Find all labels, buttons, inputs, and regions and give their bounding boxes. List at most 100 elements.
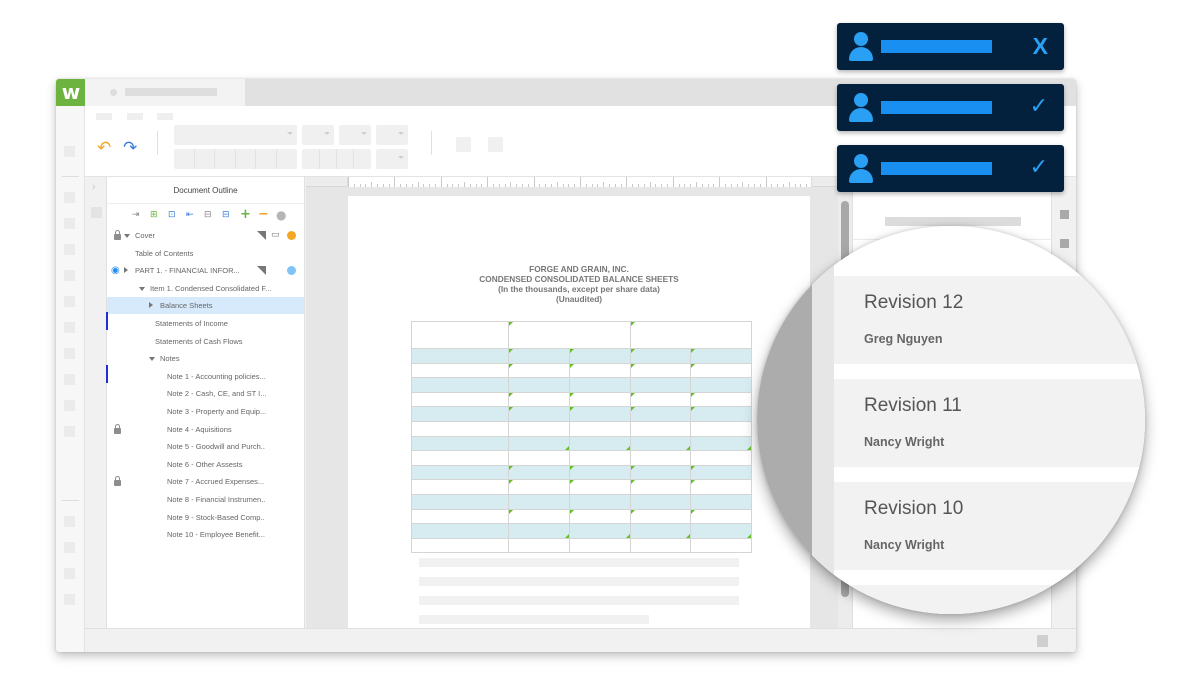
- table-cell[interactable]: [690, 406, 752, 422]
- table-cell[interactable]: [629, 537, 692, 554]
- table-cell[interactable]: [568, 435, 631, 452]
- outline-item[interactable]: Note 5 - Goodwill and Purch..: [107, 438, 304, 455]
- table-cell[interactable]: [568, 377, 631, 393]
- workiva-logo[interactable]: w: [56, 79, 85, 106]
- font-family-select[interactable]: [174, 125, 297, 145]
- outline-item[interactable]: Note 8 - Financial Instrumen..: [107, 491, 304, 508]
- outline-item[interactable]: Note 7 - Accrued Expenses...: [107, 473, 304, 490]
- rail-button[interactable]: [64, 322, 75, 333]
- eye-icon[interactable]: ◉: [111, 262, 120, 279]
- table-cell[interactable]: [629, 479, 692, 495]
- table-cell[interactable]: [411, 479, 509, 495]
- table-cell[interactable]: [690, 537, 752, 554]
- approval-notification[interactable]: ✓: [837, 84, 1064, 131]
- table-cell[interactable]: [508, 391, 570, 408]
- table-cell[interactable]: [411, 523, 509, 539]
- table-cell[interactable]: [568, 348, 631, 364]
- table-cell[interactable]: [629, 321, 752, 349]
- move-up-icon[interactable]: ⊟: [204, 209, 212, 221]
- table-cell[interactable]: [629, 391, 692, 408]
- flag-icon[interactable]: [257, 266, 266, 276]
- move-section-icon[interactable]: ⊡: [168, 209, 176, 221]
- status-circle-icon[interactable]: ●: [276, 209, 286, 221]
- format-button-group[interactable]: [174, 149, 297, 169]
- table-cell[interactable]: [411, 321, 509, 349]
- rail-button[interactable]: [64, 568, 75, 579]
- gutter-button[interactable]: [91, 207, 102, 218]
- balance-sheet-table[interactable]: [411, 321, 752, 554]
- table-cell[interactable]: [568, 523, 631, 539]
- rail-button[interactable]: [64, 146, 75, 157]
- table-cell[interactable]: [411, 362, 509, 379]
- table-cell[interactable]: [508, 406, 570, 422]
- table-cell[interactable]: [411, 406, 509, 422]
- outline-item[interactable]: ◉ PART 1. - FINANCIAL INFOR...: [107, 262, 304, 279]
- rail-button[interactable]: [64, 426, 75, 437]
- table-cell[interactable]: [629, 362, 692, 379]
- table-cell[interactable]: [629, 493, 692, 510]
- move-down-icon[interactable]: ⊟: [222, 209, 230, 221]
- table-cell[interactable]: [568, 406, 631, 422]
- outline-item[interactable]: Note 9 - Stock-Based Comp..: [107, 509, 304, 526]
- font-size-select[interactable]: [302, 125, 334, 145]
- minus-icon[interactable]: −: [258, 208, 269, 221]
- caret-down-icon[interactable]: [139, 286, 145, 291]
- table-cell[interactable]: [629, 406, 692, 422]
- table-cell[interactable]: [568, 464, 631, 481]
- document-tab[interactable]: [85, 79, 245, 106]
- rail-button[interactable]: [64, 594, 75, 605]
- revision-item[interactable]: Revision 12 Greg Nguyen: [834, 276, 1145, 364]
- rail-button[interactable]: [64, 516, 75, 527]
- table-cell[interactable]: [508, 508, 570, 525]
- table-cell[interactable]: [568, 493, 631, 510]
- table-cell[interactable]: [568, 420, 631, 437]
- table-cell[interactable]: [629, 523, 692, 539]
- right-rail-button[interactable]: [1060, 210, 1069, 219]
- menu-item[interactable]: [127, 113, 143, 120]
- comment-icon[interactable]: ▭: [271, 227, 280, 244]
- toolbar-button[interactable]: [456, 137, 471, 152]
- table-cell[interactable]: [690, 420, 752, 437]
- rail-button[interactable]: [64, 400, 75, 411]
- rail-button[interactable]: [64, 192, 75, 203]
- table-cell[interactable]: [690, 523, 752, 539]
- revision-item[interactable]: [834, 585, 1145, 614]
- toolbar-button[interactable]: [488, 137, 503, 152]
- table-cell[interactable]: [690, 493, 752, 510]
- flag-icon[interactable]: [257, 231, 266, 240]
- table-cell[interactable]: [411, 435, 509, 452]
- table-cell[interactable]: [690, 479, 752, 495]
- rail-button[interactable]: [64, 270, 75, 281]
- table-cell[interactable]: [411, 391, 509, 408]
- rail-button[interactable]: [64, 244, 75, 255]
- table-cell[interactable]: [508, 450, 570, 466]
- table-cell[interactable]: [629, 464, 692, 481]
- rail-button[interactable]: [64, 374, 75, 385]
- table-cell[interactable]: [508, 523, 570, 539]
- table-cell[interactable]: [629, 420, 692, 437]
- approval-notification[interactable]: X: [837, 23, 1064, 70]
- style-select[interactable]: [339, 125, 371, 145]
- table-cell[interactable]: [508, 435, 570, 452]
- outline-item[interactable]: Note 10 - Employee Benefit...: [107, 526, 304, 543]
- table-cell[interactable]: [568, 391, 631, 408]
- plus-icon[interactable]: +: [240, 208, 251, 221]
- indent-in-icon[interactable]: ⇥: [132, 209, 140, 221]
- menu-item[interactable]: [96, 113, 112, 120]
- table-cell[interactable]: [508, 362, 570, 379]
- table-cell[interactable]: [629, 435, 692, 452]
- rail-button[interactable]: [64, 348, 75, 359]
- revision-item[interactable]: Revision 10 Nancy Wright: [834, 482, 1145, 570]
- table-cell[interactable]: [411, 464, 509, 481]
- menu-item[interactable]: [157, 113, 173, 120]
- table-cell[interactable]: [508, 493, 570, 510]
- table-cell[interactable]: [690, 508, 752, 525]
- table-cell[interactable]: [568, 450, 631, 466]
- outline-item[interactable]: Balance Sheets: [107, 297, 304, 315]
- table-cell[interactable]: [508, 479, 570, 495]
- table-cell[interactable]: [690, 464, 752, 481]
- table-cell[interactable]: [629, 450, 692, 466]
- table-cell[interactable]: [411, 420, 509, 437]
- table-cell[interactable]: [568, 508, 631, 525]
- table-cell[interactable]: [411, 450, 509, 466]
